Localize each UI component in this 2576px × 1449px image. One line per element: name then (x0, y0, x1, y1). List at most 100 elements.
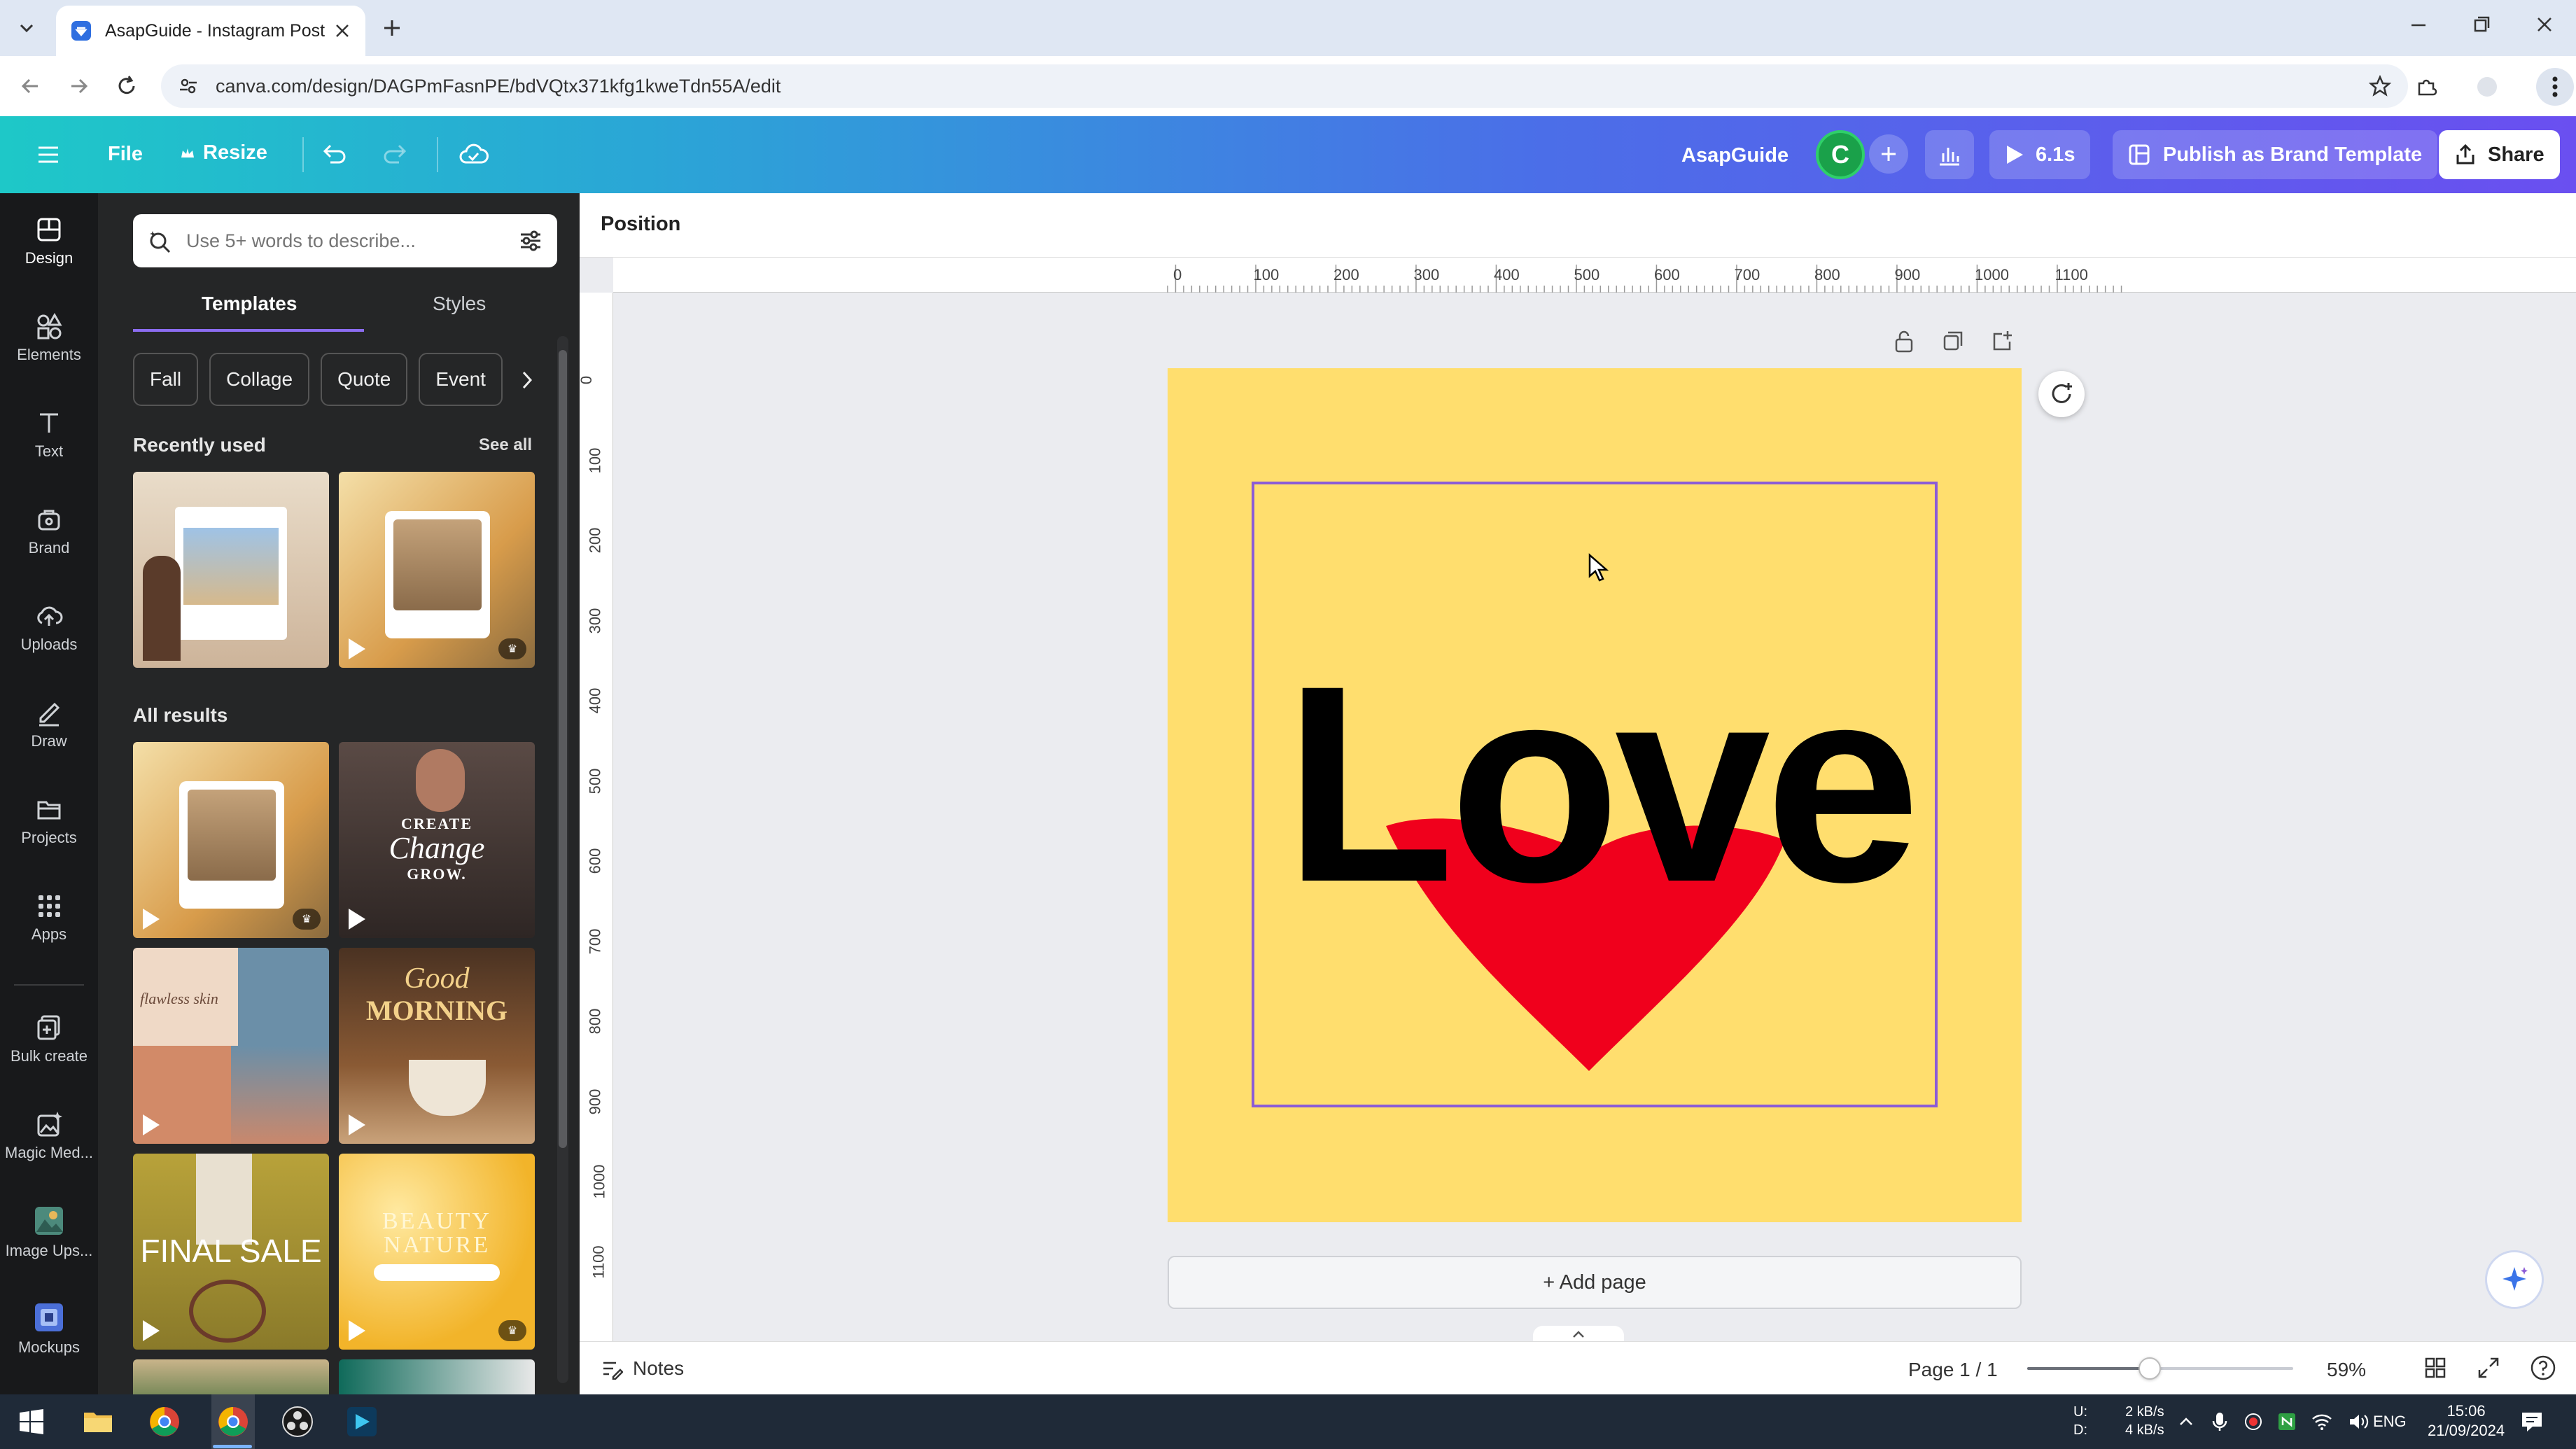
rail-item-brand[interactable]: Brand (0, 483, 98, 580)
publish-brand-template-button[interactable]: Publish as Brand Template (2113, 130, 2438, 179)
profile-icon[interactable] (2475, 75, 2499, 99)
chip-collage[interactable]: Collage (209, 353, 310, 406)
chip-event[interactable]: Event (419, 353, 503, 406)
user-avatar[interactable]: C (1816, 130, 1865, 179)
windows-start-icon[interactable] (18, 1408, 45, 1435)
tab-search-icon[interactable] (15, 17, 38, 39)
reload-icon[interactable] (115, 74, 139, 98)
fullscreen-icon[interactable] (2477, 1356, 2500, 1380)
lock-icon[interactable] (1893, 329, 1915, 353)
cloud-saved-icon[interactable] (458, 140, 490, 169)
wifi-icon[interactable] (2311, 1413, 2332, 1431)
panel-scrollbar-track[interactable] (557, 336, 568, 1383)
tab-templates[interactable]: Templates (202, 293, 297, 315)
add-page-button[interactable]: + Add page (1168, 1256, 2022, 1309)
notifications-icon[interactable] (2520, 1410, 2544, 1434)
add-collaborator-icon[interactable] (1869, 134, 1908, 174)
chrome-active-icon[interactable] (217, 1406, 249, 1438)
rail-item-bulk-create[interactable]: Bulk create (0, 991, 98, 1088)
rail-item-magic-media[interactable]: Magic Med... (0, 1088, 98, 1184)
panel-scrollbar-thumb[interactable] (559, 350, 567, 1148)
rail-item-projects[interactable]: Projects (0, 773, 98, 869)
template-thumbnail[interactable] (133, 1359, 329, 1394)
file-explorer-icon[interactable] (83, 1407, 113, 1435)
chip-quote[interactable]: Quote (321, 353, 408, 406)
chip-fall[interactable]: Fall (133, 353, 199, 406)
chrome-icon[interactable] (148, 1406, 181, 1438)
present-play-button[interactable]: 6.1s (1989, 130, 2091, 179)
comment-rotate-icon[interactable] (2038, 371, 2085, 417)
template-thumbnail[interactable]: Good MORNING (339, 948, 535, 1144)
bookmark-star-icon[interactable] (2369, 75, 2391, 97)
clock[interactable]: 15:06 21/09/2024 (2428, 1401, 2505, 1441)
template-thumbnail[interactable]: CREATE Change GROW. (339, 742, 535, 938)
template-thumbnail[interactable]: flawless skin (133, 948, 329, 1144)
page-counter[interactable]: Page 1 / 1 (1908, 1359, 1998, 1381)
position-button[interactable]: Position (601, 213, 680, 236)
template-thumbnail[interactable]: ♛ (339, 472, 535, 668)
browser-menu-icon[interactable] (2535, 67, 2575, 106)
see-all-link[interactable]: See all (479, 435, 532, 455)
help-icon[interactable] (2530, 1354, 2556, 1381)
tab-close-icon[interactable] (333, 22, 351, 40)
rail-item-mockups[interactable]: Mockups (0, 1281, 98, 1378)
rail-item-image-upscaler[interactable]: Image Ups... (0, 1184, 98, 1281)
template-thumbnail[interactable]: BEAUTY NATURE ♛ (339, 1154, 535, 1350)
mouse-cursor-icon (1588, 553, 1609, 582)
rail-item-draw[interactable]: Draw (0, 676, 98, 773)
notes-button[interactable]: Notes (601, 1357, 684, 1380)
nvidia-tray-icon[interactable] (2278, 1413, 2296, 1431)
template-thumbnail[interactable]: FINAL SALE (133, 1154, 329, 1350)
microphone-icon[interactable] (2211, 1411, 2229, 1432)
editor-app-icon[interactable] (346, 1406, 378, 1438)
template-search-box[interactable] (133, 214, 557, 267)
editor-footer: Notes Page 1 / 1 59% (580, 1341, 2576, 1394)
rail-item-uploads[interactable]: Uploads (0, 580, 98, 676)
record-icon[interactable] (2244, 1413, 2262, 1431)
brand-kit-name[interactable]: AsapGuide (1681, 144, 1788, 167)
insights-icon[interactable] (1925, 130, 1974, 179)
rail-item-elements[interactable]: Elements (0, 290, 98, 386)
rail-item-design[interactable]: Design (0, 193, 98, 290)
grid-view-icon[interactable] (2423, 1356, 2447, 1380)
input-language[interactable]: ENG (2373, 1413, 2407, 1431)
close-window-icon[interactable] (2534, 14, 2555, 35)
share-button[interactable]: Share (2439, 130, 2560, 179)
browser-tab-bar: AsapGuide - Instagram Post (0, 0, 2576, 56)
url-text[interactable]: canva.com/design/DAGPmFasnPE/bdVQtx371kf… (216, 76, 2369, 97)
undo-icon[interactable] (319, 140, 349, 169)
url-bar[interactable]: canva.com/design/DAGPmFasnPE/bdVQtx371kf… (161, 64, 2408, 108)
volume-icon[interactable] (2348, 1413, 2369, 1431)
minimize-icon[interactable] (2408, 14, 2429, 35)
site-info-icon[interactable] (178, 76, 199, 97)
resize-button[interactable]: Resize (179, 141, 267, 164)
tab-styles[interactable]: Styles (433, 293, 486, 315)
chips-next-icon[interactable] (518, 370, 536, 391)
template-thumbnail[interactable]: ♛ (133, 742, 329, 938)
restore-icon[interactable] (2471, 14, 2492, 35)
add-page-icon[interactable] (1991, 330, 2013, 352)
rail-item-apps[interactable]: Apps (0, 869, 98, 966)
zoom-slider-handle[interactable] (2138, 1357, 2161, 1380)
zoom-slider[interactable] (2027, 1357, 2293, 1380)
rail-item-text[interactable]: Text (0, 386, 98, 483)
tray-chevron-up-icon[interactable] (2177, 1413, 2195, 1431)
forward-icon[interactable] (67, 74, 91, 98)
main-menu-icon[interactable] (35, 141, 62, 168)
back-icon[interactable] (18, 74, 42, 98)
file-menu-button[interactable]: File (108, 143, 143, 166)
filter-icon[interactable] (518, 228, 543, 253)
zoom-level[interactable]: 59% (2327, 1359, 2366, 1381)
obs-icon[interactable] (281, 1406, 314, 1438)
search-input[interactable] (186, 230, 518, 252)
active-tab-indicator (133, 329, 364, 332)
duplicate-page-icon[interactable] (1942, 330, 1964, 352)
browser-tab[interactable]: AsapGuide - Instagram Post (56, 6, 365, 56)
template-thumbnail[interactable] (339, 1359, 535, 1394)
new-tab-icon[interactable] (381, 17, 403, 39)
redo-icon[interactable] (381, 140, 410, 169)
magic-assistant-icon[interactable] (2485, 1250, 2544, 1309)
show-pages-handle[interactable] (1533, 1326, 1624, 1343)
extensions-icon[interactable] (2415, 75, 2439, 99)
template-thumbnail[interactable] (133, 472, 329, 668)
